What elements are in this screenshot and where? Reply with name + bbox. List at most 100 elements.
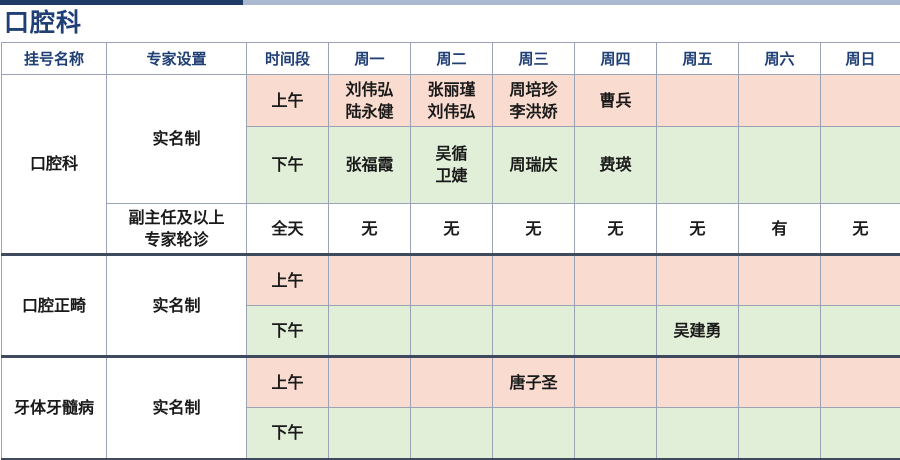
time-slot-cell: 下午 [246,407,329,459]
doctor-name: 刘伟弘 [427,101,476,121]
doctor-name: 唐子圣 [509,372,558,392]
doctor-cell: 曹兵 [574,74,657,127]
doctor-name: 有 [771,218,788,238]
doctor-cell [410,407,493,459]
doctor-name: 李洪娇 [509,101,558,121]
table-row: 口腔科 实名制 上午 刘伟弘 陆永健 张丽瑾 刘伟弘 周培珍 李洪娇 曹兵 [1,74,900,255]
doctor-cell: 无 [410,203,493,255]
dept-name-cell: 口腔正畸 [1,254,107,357]
doctor-cell: 吴循 卫婕 [410,126,493,204]
doctor-cell [738,126,821,204]
dept-name-cell: 口腔科 [1,74,107,255]
doctor-name: 费瑛 [599,155,632,174]
doctor-cell [820,356,900,408]
expert-mode-cell: 实名制 [106,74,247,204]
doctor-cell [820,305,900,357]
doctor-cell [820,126,900,204]
doctor-cell: 无 [820,203,900,255]
doctor-cell: 无 [574,203,657,255]
doctor-name: 无 [361,218,378,238]
doctor-cell [410,356,493,408]
doctor-cell: 周培珍 李洪娇 [492,74,575,127]
doctor-cell: 无 [328,203,411,255]
doctor-cell [492,305,575,357]
header-accent-bar-dark [0,0,243,5]
doctor-cell [656,254,739,306]
table-header-row: 挂号名称 专家设置 时间段 周一 周二 周三 周四 周五 周六 周日 [1,42,900,75]
doctor-cell: 周瑞庆 [492,126,575,204]
doctor-cell [738,356,821,408]
doctor-cell: 唐子圣 [492,356,575,408]
expert-mode-cell: 实名制 [106,356,247,459]
doctor-cell [656,407,739,459]
doctor-cell [410,254,493,306]
header-time-slot: 时间段 [246,42,329,75]
time-slot-cell: 下午 [246,126,329,204]
doctor-cell [656,74,739,127]
doctor-cell [328,305,411,357]
header-sun: 周日 [820,42,900,75]
doctor-cell [820,407,900,459]
header-sat: 周六 [738,42,821,75]
page-title: 口腔科 [4,8,83,37]
doctor-name: 无 [852,218,869,238]
doctor-name: 刘伟弘 [345,79,394,99]
doctor-cell: 张丽瑾 刘伟弘 [410,74,493,127]
doctor-cell [328,254,411,306]
doctor-cell [738,74,821,127]
time-slot-cell: 上午 [246,74,329,127]
doctor-name: 无 [443,218,460,238]
time-slot-cell: 上午 [246,356,329,408]
dept-name-cell: 牙体牙髓病 [1,356,107,459]
table-row: 副主任及以上专家轮诊 全天 无 无 无 无 无 有 无 [2,203,900,255]
doctor-cell [820,74,900,127]
doctor-cell [820,254,900,306]
doctor-cell [328,356,411,408]
table-row: 牙体牙髓病 实名制 上午 唐子圣 [1,356,900,459]
doctor-name: 周培珍 [509,79,558,99]
doctor-cell [656,356,739,408]
doctor-name: 周瑞庆 [509,155,558,174]
expert-mode-cell: 实名制 [106,254,247,357]
doctor-cell [574,356,657,408]
doctor-name: 无 [525,218,542,238]
doctor-name: 张丽瑾 [427,79,476,99]
doctor-cell: 无 [656,203,739,255]
header-tue: 周二 [410,42,493,75]
header-expert-mode: 专家设置 [106,42,247,75]
schedule-body: 口腔科 实名制 上午 刘伟弘 陆永健 张丽瑾 刘伟弘 周培珍 李洪娇 曹兵 下午 张福霞 吴循 卫婕 周瑞庆… [1,74,900,459]
doctor-cell [492,407,575,459]
header-dept: 挂号名称 [1,42,107,75]
doctor-cell [574,254,657,306]
doctor-name: 吴循 [435,144,468,163]
table-row: 口腔正畸 实名制 上午 [1,254,900,357]
time-slot-cell: 下午 [246,305,329,357]
time-slot-cell: 上午 [246,254,329,306]
doctor-cell [656,126,739,204]
doctor-cell [574,407,657,459]
doctor-cell: 无 [492,203,575,255]
doctor-cell [492,254,575,306]
doctor-cell [328,407,411,459]
doctor-cell: 有 [738,203,821,255]
doctor-cell: 刘伟弘 陆永健 [328,74,411,127]
header-fri: 周五 [656,42,739,75]
doctor-cell [738,254,821,306]
doctor-cell [738,305,821,357]
doctor-cell: 吴建勇 [656,305,739,357]
doctor-name: 无 [607,218,624,238]
header-mon: 周一 [328,42,411,75]
doctor-name: 吴建勇 [673,320,722,340]
doctor-name: 无 [689,218,706,238]
doctor-cell [574,305,657,357]
doctor-name: 张福霞 [345,155,394,174]
schedule-table: 挂号名称 专家设置 时间段 周一 周二 周三 周四 周五 周六 周日 口腔科 实名… [1,42,900,460]
header-accent-bar-light [243,0,900,5]
header-wed: 周三 [492,42,575,75]
doctor-cell [738,407,821,459]
doctor-name: 卫婕 [435,166,468,185]
doctor-cell: 费瑛 [574,126,657,204]
time-slot-cell: 全天 [246,203,329,255]
expert-mode-cell: 副主任及以上专家轮诊 [106,203,247,255]
doctor-cell [410,305,493,357]
